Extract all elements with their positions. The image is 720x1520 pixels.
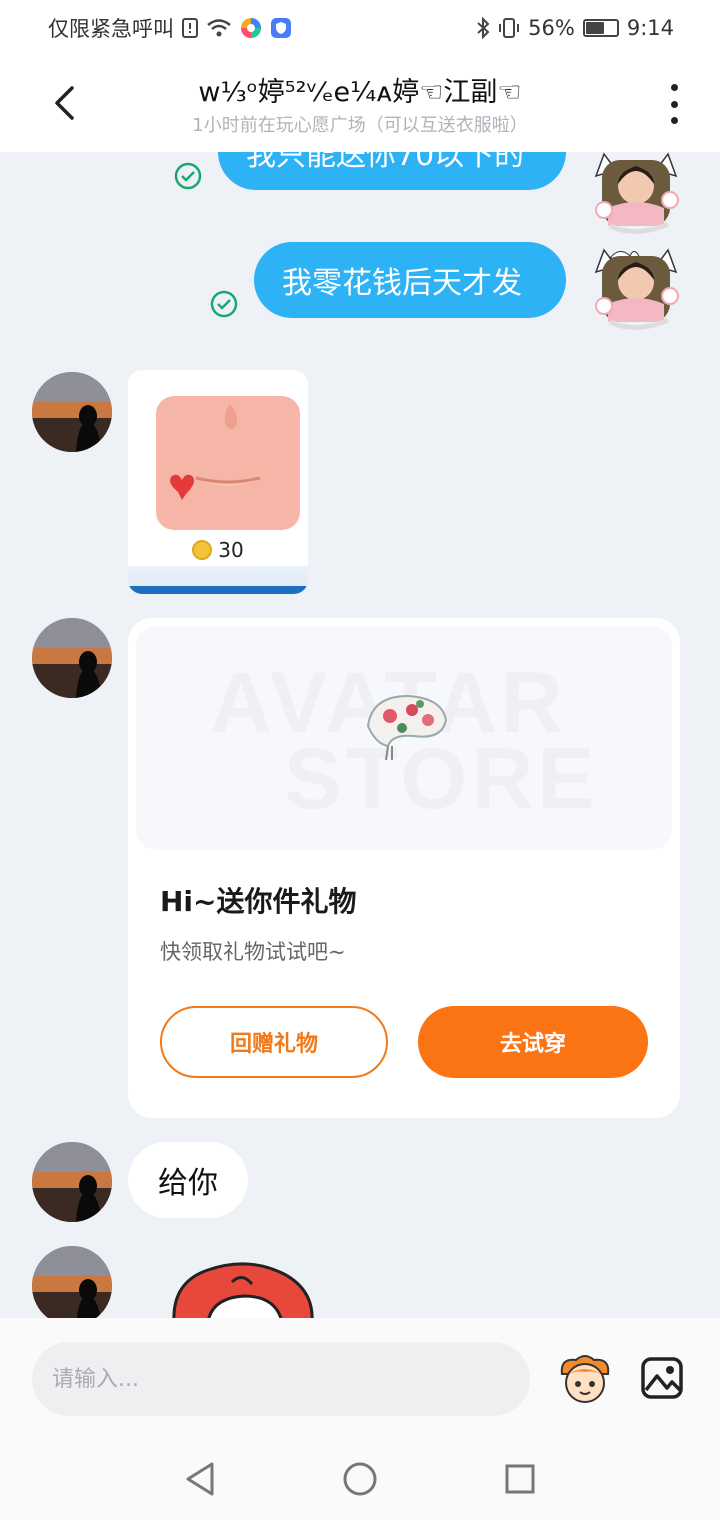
triangle-back-icon xyxy=(186,1462,214,1496)
sunset-silhouette-image xyxy=(32,618,112,698)
contact-avatar[interactable] xyxy=(32,1142,112,1222)
square-recents-icon xyxy=(505,1464,535,1494)
contact-avatar[interactable] xyxy=(32,618,112,698)
gift-item-image xyxy=(156,396,300,530)
more-dot-icon xyxy=(670,117,678,124)
chat-header: ᴡ⅓ᵒ婷⁵²ᵛ⁄ₑe¼ᴀ婷☜江副☜ 1小时前在玩心愿广场（可以互送衣服啦） xyxy=(0,56,720,152)
try-on-button[interactable]: 去试穿 xyxy=(418,1006,648,1078)
more-dot-icon xyxy=(670,100,678,108)
price-value: 30 xyxy=(218,538,244,562)
chat-title: ᴡ⅓ᵒ婷⁵²ᵛ⁄ₑe¼ᴀ婷☜江副☜ xyxy=(198,77,522,108)
contact-avatar[interactable] xyxy=(32,1246,112,1318)
sunset-silhouette-image xyxy=(32,1246,112,1318)
battery-icon xyxy=(582,19,619,37)
message-text: 给你 xyxy=(158,1166,218,1201)
more-dot-icon xyxy=(670,84,678,91)
sunset-silhouette-image xyxy=(32,372,112,452)
carrier-text: 仅限紧急呼叫 xyxy=(48,17,174,41)
coin-icon xyxy=(192,540,213,560)
gift-preview: AVATAR STORE xyxy=(136,626,672,850)
gift-card-title: Hi~送你件礼物 xyxy=(160,885,357,918)
app-color-icon xyxy=(240,17,262,39)
chevron-left-icon xyxy=(55,86,74,120)
wifi-icon xyxy=(206,18,232,38)
battery-percent: 56% xyxy=(528,16,575,40)
nav-home-button[interactable] xyxy=(340,1459,380,1499)
gift-price: 30 xyxy=(128,538,308,562)
nav-back-button[interactable] xyxy=(180,1459,220,1499)
back-button[interactable] xyxy=(42,78,86,128)
message-list[interactable]: 我只能送你70以下的 我零花钱后天才发 30 STORE Hi~送你件礼物 快领… xyxy=(0,152,720,1318)
message-text: 我只能送你70以下的 xyxy=(246,152,525,173)
sticker-image[interactable] xyxy=(168,1262,318,1318)
outgoing-message[interactable]: 我只能送你70以下的 xyxy=(218,152,566,190)
sunset-silhouette-image xyxy=(32,1142,112,1222)
gift-card[interactable]: AVATAR STORE Hi~送你件礼物 快领取礼物试试吧~ 回赠礼物 去试穿 xyxy=(128,618,680,1118)
thumbnail-footer-bar xyxy=(128,586,308,594)
sticker-face-icon[interactable] xyxy=(556,1354,614,1404)
sent-check-icon xyxy=(210,290,238,318)
outgoing-message[interactable]: 我零花钱后天才发 xyxy=(254,242,566,318)
contact-avatar[interactable] xyxy=(32,372,112,452)
status-bar: 仅限紧急呼叫 56% 9:14 xyxy=(0,0,720,56)
image-icon[interactable] xyxy=(640,1356,684,1400)
system-nav-bar xyxy=(0,1438,720,1520)
message-text: 我零花钱后天才发 xyxy=(282,266,522,301)
nav-recents-button[interactable] xyxy=(500,1459,540,1499)
input-bar xyxy=(0,1318,720,1438)
gift-thumbnail[interactable]: 30 xyxy=(128,370,308,594)
bluetooth-icon xyxy=(476,17,490,39)
sim-icon xyxy=(182,18,198,38)
my-avatar[interactable] xyxy=(590,152,682,238)
chat-subtitle: 1小时前在玩心愿广场（可以互送衣服啦） xyxy=(192,115,528,136)
gift-card-description: 快领取礼物试试吧~ xyxy=(160,940,346,964)
more-options-button[interactable] xyxy=(662,84,686,124)
incoming-message[interactable]: 给你 xyxy=(128,1142,248,1218)
clock: 9:14 xyxy=(626,16,674,40)
message-input[interactable] xyxy=(32,1342,530,1416)
return-gift-button[interactable]: 回赠礼物 xyxy=(160,1006,388,1078)
vibrate-icon xyxy=(498,17,520,39)
circle-home-icon xyxy=(343,1462,377,1496)
shield-app-icon xyxy=(270,17,292,39)
my-avatar[interactable] xyxy=(590,242,682,334)
sent-check-icon xyxy=(174,162,202,190)
floral-scarf-image xyxy=(366,694,448,761)
